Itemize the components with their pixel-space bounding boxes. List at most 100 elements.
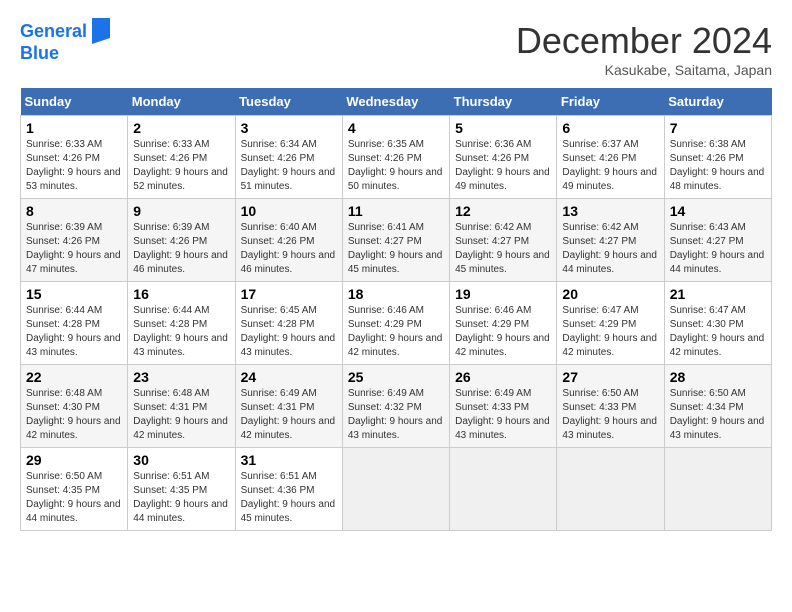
day-info: Sunrise: 6:40 AM Sunset: 4:26 PM Dayligh…	[241, 221, 337, 277]
day-info: Sunrise: 6:34 AM Sunset: 4:26 PM Dayligh…	[241, 138, 337, 194]
day-number: 31	[241, 452, 337, 468]
table-row: 26 Sunrise: 6:49 AM Sunset: 4:33 PM Dayl…	[450, 365, 557, 448]
header-sunday: Sunday	[21, 88, 128, 116]
day-info: Sunrise: 6:39 AM Sunset: 4:26 PM Dayligh…	[26, 221, 122, 277]
table-row: 31 Sunrise: 6:51 AM Sunset: 4:36 PM Dayl…	[235, 448, 342, 531]
day-number: 12	[455, 203, 551, 219]
day-info: Sunrise: 6:37 AM Sunset: 4:26 PM Dayligh…	[562, 138, 658, 194]
title-block: December 2024 Kasukabe, Saitama, Japan	[516, 20, 772, 78]
table-row: 20 Sunrise: 6:47 AM Sunset: 4:29 PM Dayl…	[557, 282, 664, 365]
table-row: 16 Sunrise: 6:44 AM Sunset: 4:28 PM Dayl…	[128, 282, 235, 365]
day-number: 28	[670, 369, 766, 385]
logo-icon	[88, 18, 110, 44]
day-number: 16	[133, 286, 229, 302]
table-row: 9 Sunrise: 6:39 AM Sunset: 4:26 PM Dayli…	[128, 199, 235, 282]
day-info: Sunrise: 6:36 AM Sunset: 4:26 PM Dayligh…	[455, 138, 551, 194]
day-info: Sunrise: 6:47 AM Sunset: 4:29 PM Dayligh…	[562, 304, 658, 360]
table-row: 5 Sunrise: 6:36 AM Sunset: 4:26 PM Dayli…	[450, 116, 557, 199]
day-number: 21	[670, 286, 766, 302]
table-row: 11 Sunrise: 6:41 AM Sunset: 4:27 PM Dayl…	[342, 199, 449, 282]
table-row: 19 Sunrise: 6:46 AM Sunset: 4:29 PM Dayl…	[450, 282, 557, 365]
table-row: 4 Sunrise: 6:35 AM Sunset: 4:26 PM Dayli…	[342, 116, 449, 199]
day-number: 29	[26, 452, 122, 468]
day-number: 30	[133, 452, 229, 468]
logo-blue-text: Blue	[20, 44, 110, 64]
day-info: Sunrise: 6:38 AM Sunset: 4:26 PM Dayligh…	[670, 138, 766, 194]
day-info: Sunrise: 6:48 AM Sunset: 4:30 PM Dayligh…	[26, 387, 122, 443]
day-number: 17	[241, 286, 337, 302]
day-info: Sunrise: 6:49 AM Sunset: 4:33 PM Dayligh…	[455, 387, 551, 443]
day-info: Sunrise: 6:49 AM Sunset: 4:32 PM Dayligh…	[348, 387, 444, 443]
header-tuesday: Tuesday	[235, 88, 342, 116]
logo-text: General	[20, 22, 87, 42]
table-row: 15 Sunrise: 6:44 AM Sunset: 4:28 PM Dayl…	[21, 282, 128, 365]
day-number: 23	[133, 369, 229, 385]
table-row: 6 Sunrise: 6:37 AM Sunset: 4:26 PM Dayli…	[557, 116, 664, 199]
day-number: 20	[562, 286, 658, 302]
table-row: 30 Sunrise: 6:51 AM Sunset: 4:35 PM Dayl…	[128, 448, 235, 531]
table-row: 28 Sunrise: 6:50 AM Sunset: 4:34 PM Dayl…	[664, 365, 771, 448]
logo: General Blue	[20, 20, 110, 64]
month-title: December 2024	[516, 20, 772, 62]
day-info: Sunrise: 6:47 AM Sunset: 4:30 PM Dayligh…	[670, 304, 766, 360]
day-number: 22	[26, 369, 122, 385]
header-wednesday: Wednesday	[342, 88, 449, 116]
table-row: 3 Sunrise: 6:34 AM Sunset: 4:26 PM Dayli…	[235, 116, 342, 199]
table-row: 23 Sunrise: 6:48 AM Sunset: 4:31 PM Dayl…	[128, 365, 235, 448]
day-number: 25	[348, 369, 444, 385]
header-friday: Friday	[557, 88, 664, 116]
day-number: 9	[133, 203, 229, 219]
table-row: 7 Sunrise: 6:38 AM Sunset: 4:26 PM Dayli…	[664, 116, 771, 199]
calendar-week-row: 1 Sunrise: 6:33 AM Sunset: 4:26 PM Dayli…	[21, 116, 772, 199]
calendar-week-row: 29 Sunrise: 6:50 AM Sunset: 4:35 PM Dayl…	[21, 448, 772, 531]
day-info: Sunrise: 6:48 AM Sunset: 4:31 PM Dayligh…	[133, 387, 229, 443]
table-row: 8 Sunrise: 6:39 AM Sunset: 4:26 PM Dayli…	[21, 199, 128, 282]
day-number: 27	[562, 369, 658, 385]
table-row: 22 Sunrise: 6:48 AM Sunset: 4:30 PM Dayl…	[21, 365, 128, 448]
table-row	[450, 448, 557, 531]
header-saturday: Saturday	[664, 88, 771, 116]
calendar-week-row: 15 Sunrise: 6:44 AM Sunset: 4:28 PM Dayl…	[21, 282, 772, 365]
day-info: Sunrise: 6:41 AM Sunset: 4:27 PM Dayligh…	[348, 221, 444, 277]
table-row: 14 Sunrise: 6:43 AM Sunset: 4:27 PM Dayl…	[664, 199, 771, 282]
day-info: Sunrise: 6:45 AM Sunset: 4:28 PM Dayligh…	[241, 304, 337, 360]
day-number: 26	[455, 369, 551, 385]
day-info: Sunrise: 6:43 AM Sunset: 4:27 PM Dayligh…	[670, 221, 766, 277]
day-number: 8	[26, 203, 122, 219]
day-info: Sunrise: 6:35 AM Sunset: 4:26 PM Dayligh…	[348, 138, 444, 194]
day-number: 13	[562, 203, 658, 219]
table-row: 10 Sunrise: 6:40 AM Sunset: 4:26 PM Dayl…	[235, 199, 342, 282]
day-number: 2	[133, 120, 229, 136]
day-number: 10	[241, 203, 337, 219]
day-info: Sunrise: 6:44 AM Sunset: 4:28 PM Dayligh…	[26, 304, 122, 360]
day-info: Sunrise: 6:46 AM Sunset: 4:29 PM Dayligh…	[348, 304, 444, 360]
table-row	[664, 448, 771, 531]
table-row: 17 Sunrise: 6:45 AM Sunset: 4:28 PM Dayl…	[235, 282, 342, 365]
day-number: 14	[670, 203, 766, 219]
page-header: General Blue December 2024 Kasukabe, Sai…	[20, 20, 772, 78]
calendar-week-row: 22 Sunrise: 6:48 AM Sunset: 4:30 PM Dayl…	[21, 365, 772, 448]
day-number: 19	[455, 286, 551, 302]
table-row: 12 Sunrise: 6:42 AM Sunset: 4:27 PM Dayl…	[450, 199, 557, 282]
table-row: 24 Sunrise: 6:49 AM Sunset: 4:31 PM Dayl…	[235, 365, 342, 448]
day-info: Sunrise: 6:33 AM Sunset: 4:26 PM Dayligh…	[26, 138, 122, 194]
table-row: 25 Sunrise: 6:49 AM Sunset: 4:32 PM Dayl…	[342, 365, 449, 448]
table-row: 21 Sunrise: 6:47 AM Sunset: 4:30 PM Dayl…	[664, 282, 771, 365]
table-row: 27 Sunrise: 6:50 AM Sunset: 4:33 PM Dayl…	[557, 365, 664, 448]
day-number: 11	[348, 203, 444, 219]
table-row: 29 Sunrise: 6:50 AM Sunset: 4:35 PM Dayl…	[21, 448, 128, 531]
day-info: Sunrise: 6:46 AM Sunset: 4:29 PM Dayligh…	[455, 304, 551, 360]
table-row: 2 Sunrise: 6:33 AM Sunset: 4:26 PM Dayli…	[128, 116, 235, 199]
location-text: Kasukabe, Saitama, Japan	[516, 62, 772, 78]
day-info: Sunrise: 6:50 AM Sunset: 4:34 PM Dayligh…	[670, 387, 766, 443]
table-row: 18 Sunrise: 6:46 AM Sunset: 4:29 PM Dayl…	[342, 282, 449, 365]
header-monday: Monday	[128, 88, 235, 116]
day-info: Sunrise: 6:33 AM Sunset: 4:26 PM Dayligh…	[133, 138, 229, 194]
day-info: Sunrise: 6:42 AM Sunset: 4:27 PM Dayligh…	[455, 221, 551, 277]
table-row	[557, 448, 664, 531]
day-info: Sunrise: 6:50 AM Sunset: 4:35 PM Dayligh…	[26, 470, 122, 526]
day-info: Sunrise: 6:51 AM Sunset: 4:35 PM Dayligh…	[133, 470, 229, 526]
day-number: 15	[26, 286, 122, 302]
table-row: 13 Sunrise: 6:42 AM Sunset: 4:27 PM Dayl…	[557, 199, 664, 282]
calendar-week-row: 8 Sunrise: 6:39 AM Sunset: 4:26 PM Dayli…	[21, 199, 772, 282]
